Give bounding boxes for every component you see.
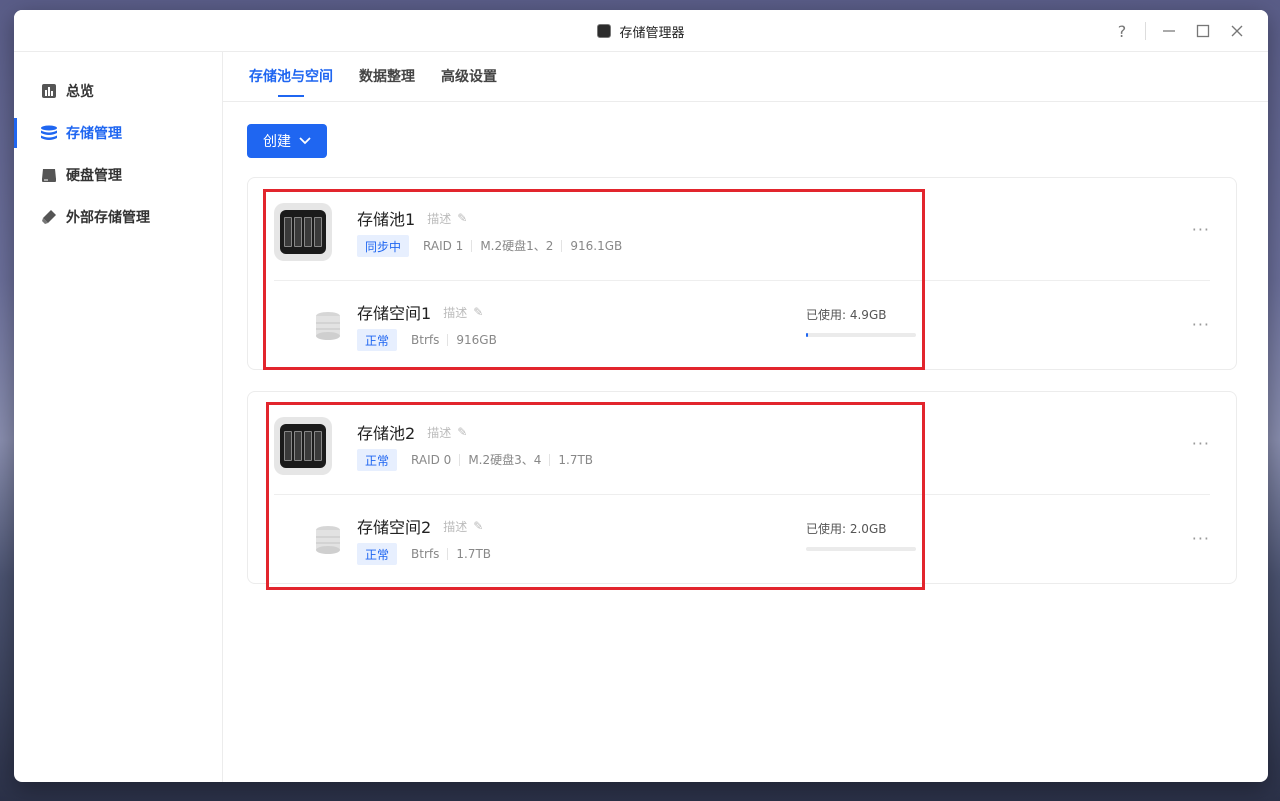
pool-name-line: 存储池1 描述 ✎ — [357, 206, 467, 230]
pool-more-menu-button[interactable]: ··· — [1192, 220, 1210, 239]
status-badge: 正常 — [357, 329, 398, 351]
pencil-icon[interactable]: ✎ — [457, 425, 467, 439]
volume-name: 存储空间2 — [357, 518, 432, 537]
bar-chart-icon — [40, 82, 58, 100]
pool-description[interactable]: 描述 — [427, 210, 451, 227]
controls-divider — [1145, 22, 1146, 40]
status-badge: 正常 — [357, 449, 398, 471]
sidebar-item-label: 存储管理 — [66, 126, 122, 142]
pool-meta: 正常 RAID 0 M.2硬盘3、4 1.7TB — [357, 449, 601, 471]
volume-more-menu-button[interactable]: ··· — [1192, 529, 1210, 548]
usage-progress-bar — [806, 333, 916, 337]
volume-description[interactable]: 描述 — [443, 518, 467, 535]
usb-drive-icon — [40, 208, 58, 226]
usage-progress-bar — [806, 547, 916, 551]
storage-pool-card: 存储池2 描述 ✎ 正常 RAID 0 M.2硬盘3、4 1.7TB ··· 存… — [247, 391, 1237, 590]
app-window: 存储管理器 ? 总览 存储管理 硬盘管理 外部存储管理 存储池与空间 数据整理 … — [14, 10, 1268, 782]
sidebar-item-storage[interactable]: 存储管理 — [14, 112, 222, 154]
create-button-label: 创建 — [263, 133, 291, 149]
pool-raid-level: RAID 1 — [423, 239, 464, 253]
volume-name-line: 存储空间2 描述 ✎ — [357, 514, 483, 538]
close-icon — [1231, 25, 1243, 37]
volume-more-menu-button[interactable]: ··· — [1192, 315, 1210, 334]
volume-filesystem: Btrfs — [411, 547, 440, 561]
volume-used-label: 已使用: 4.9GB — [806, 308, 887, 322]
window-title: 存储管理器 — [619, 25, 685, 41]
hard-drive-icon — [40, 166, 58, 184]
sidebar-item-label: 硬盘管理 — [66, 168, 122, 184]
pencil-icon[interactable]: ✎ — [473, 519, 483, 533]
minimize-button[interactable] — [1152, 10, 1186, 52]
volume-row[interactable]: 存储空间1 描述 ✎ 正常 Btrfs 916GB 已使用: 4.9GB ··· — [248, 281, 1236, 376]
usage-progress-fill — [806, 333, 808, 337]
close-button[interactable] — [1220, 10, 1254, 52]
pool-size: 1.7TB — [549, 454, 601, 466]
sidebar-item-overview[interactable]: 总览 — [14, 70, 222, 112]
pool-description[interactable]: 描述 — [427, 424, 451, 441]
volume-disk-icon — [316, 312, 340, 340]
title-bar: 存储管理器 ? — [14, 10, 1268, 52]
create-button[interactable]: 创建 — [247, 124, 327, 158]
storage-pool-card: 存储池1 描述 ✎ 同步中 RAID 1 M.2硬盘1、2 916.1GB ··… — [247, 177, 1237, 370]
sidebar-item-disks[interactable]: 硬盘管理 — [14, 154, 222, 196]
volume-name-line: 存储空间1 描述 ✎ — [357, 300, 483, 324]
pool-disks: M.2硬盘1、2 — [471, 240, 561, 252]
nas-pool-icon — [274, 417, 332, 475]
volume-row[interactable]: 存储空间2 描述 ✎ 正常 Btrfs 1.7TB 已使用: 2.0GB ··· — [248, 495, 1236, 590]
storage-manager-app-icon — [597, 24, 612, 38]
pool-size: 916.1GB — [561, 240, 630, 252]
pool-name: 存储池1 — [357, 210, 416, 229]
pool-row[interactable]: 存储池2 描述 ✎ 正常 RAID 0 M.2硬盘3、4 1.7TB ··· — [248, 392, 1236, 487]
tab-pools-and-volumes[interactable]: 存储池与空间 — [249, 51, 333, 101]
volume-disk-icon — [316, 526, 340, 554]
volume-meta: 正常 Btrfs 1.7TB — [357, 543, 499, 565]
sidebar-item-external-storage[interactable]: 外部存储管理 — [14, 196, 222, 238]
pool-more-menu-button[interactable]: ··· — [1192, 434, 1210, 453]
volume-size: 916GB — [447, 334, 504, 346]
maximize-icon — [1196, 24, 1210, 38]
volume-name: 存储空间1 — [357, 304, 432, 323]
chevron-down-icon — [299, 137, 311, 145]
nas-pool-icon — [274, 203, 332, 261]
volume-usage: 已使用: 4.9GB — [806, 306, 916, 337]
status-badge: 正常 — [357, 543, 398, 565]
pool-raid-level: RAID 0 — [411, 453, 452, 467]
maximize-button[interactable] — [1186, 10, 1220, 52]
sidebar-item-label: 外部存储管理 — [66, 210, 150, 226]
pool-meta: 同步中 RAID 1 M.2硬盘1、2 916.1GB — [357, 235, 630, 257]
pool-name: 存储池2 — [357, 424, 416, 443]
minimize-icon — [1163, 30, 1175, 32]
pencil-icon[interactable]: ✎ — [473, 305, 483, 319]
tab-advanced-settings[interactable]: 高级设置 — [441, 51, 497, 101]
sidebar-item-label: 总览 — [66, 84, 94, 100]
volume-filesystem: Btrfs — [411, 333, 440, 347]
window-title-group: 存储管理器 — [14, 10, 1268, 52]
help-button[interactable]: ? — [1105, 10, 1139, 52]
volume-meta: 正常 Btrfs 916GB — [357, 329, 505, 351]
volume-used-label: 已使用: 2.0GB — [806, 522, 887, 536]
tab-defrag[interactable]: 数据整理 — [359, 51, 415, 101]
status-badge: 同步中 — [357, 235, 410, 257]
main-content: 存储池与空间 数据整理 高级设置 创建 存储池1 描述 ✎ 同步中 RAID 1… — [223, 52, 1268, 782]
volume-usage: 已使用: 2.0GB — [806, 520, 916, 551]
database-icon — [40, 124, 58, 142]
pool-row[interactable]: 存储池1 描述 ✎ 同步中 RAID 1 M.2硬盘1、2 916.1GB ··… — [248, 178, 1236, 273]
pencil-icon[interactable]: ✎ — [457, 211, 467, 225]
sidebar: 总览 存储管理 硬盘管理 外部存储管理 — [14, 52, 223, 782]
window-controls: ? — [1105, 10, 1254, 52]
volume-size: 1.7TB — [447, 548, 499, 560]
tab-bar: 存储池与空间 数据整理 高级设置 — [223, 52, 1268, 102]
volume-description[interactable]: 描述 — [443, 304, 467, 321]
pool-name-line: 存储池2 描述 ✎ — [357, 420, 467, 444]
help-icon: ? — [1117, 21, 1127, 41]
pool-disks: M.2硬盘3、4 — [459, 454, 549, 466]
